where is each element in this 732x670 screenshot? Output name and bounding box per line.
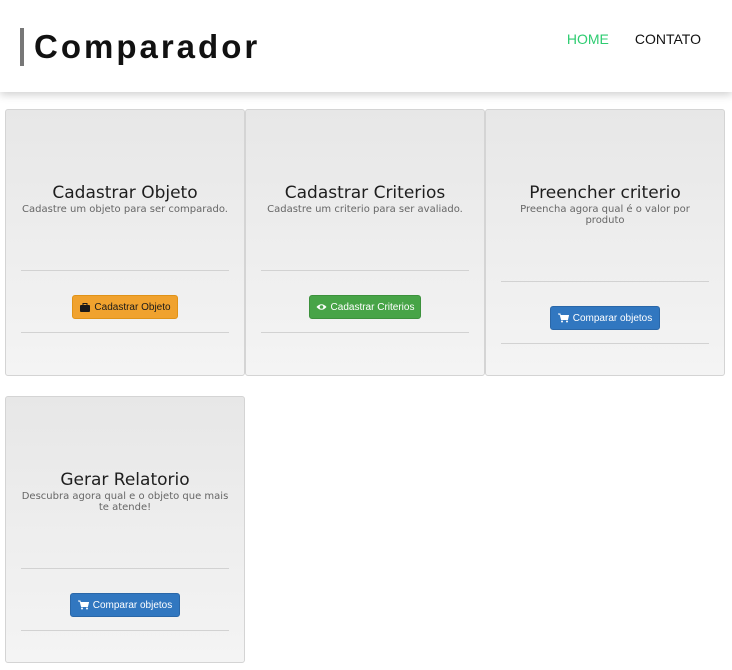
divider <box>501 343 709 344</box>
card-description: Descubra agora qual e o objeto que mais … <box>21 491 229 513</box>
briefcase-icon <box>79 302 90 312</box>
button-label: Cadastrar Criterios <box>330 301 415 313</box>
card-description: Cadastre um criterio para ser avaliado. <box>267 204 463 215</box>
brand-title: Comparador <box>20 28 260 66</box>
cadastrar-criterios-button[interactable]: Cadastrar Criterios <box>309 295 421 319</box>
cadastrar-objeto-button[interactable]: Cadastrar Objeto <box>72 295 178 319</box>
card-gerar-relatorio: Gerar Relatorio Descubra agora qual e o … <box>5 396 245 663</box>
card-description: Cadastre um objeto para ser comparado. <box>22 204 228 215</box>
cart-icon <box>557 313 569 323</box>
button-label: Cadastrar Objeto <box>94 301 171 313</box>
card-cadastrar-objeto: Cadastrar Objeto Cadastre um objeto para… <box>5 109 245 376</box>
comparar-objetos-button[interactable]: Comparar objetos <box>70 593 180 617</box>
button-label: Comparar objetos <box>572 312 653 324</box>
card-title: Cadastrar Criterios <box>284 183 446 203</box>
cart-icon <box>77 600 89 610</box>
divider <box>501 281 709 282</box>
divider <box>21 332 229 333</box>
button-label: Comparar objetos <box>92 599 173 611</box>
comparar-objetos-button[interactable]: Comparar objetos <box>550 306 660 330</box>
card-description: Preencha agora qual é o valor por produt… <box>520 204 690 226</box>
divider <box>261 332 469 333</box>
divider <box>21 630 229 631</box>
card-title: Gerar Relatorio <box>60 470 190 490</box>
card-title: Preencher criterio <box>529 183 681 203</box>
main-nav: HOME CONTATO <box>567 31 701 47</box>
card-preencher-criterio: Preencher criterio Preencha agora qual é… <box>485 109 725 376</box>
nav-home-link[interactable]: HOME <box>567 31 609 47</box>
card-cadastrar-criterios: Cadastrar Criterios Cadastre um criterio… <box>245 109 485 376</box>
header: Comparador HOME CONTATO <box>0 0 732 92</box>
nav-contato-link[interactable]: CONTATO <box>635 31 701 47</box>
divider <box>261 270 469 271</box>
divider <box>21 568 229 569</box>
card-title: Cadastrar Objeto <box>52 183 198 203</box>
eye-icon <box>316 302 327 312</box>
divider <box>21 270 229 271</box>
